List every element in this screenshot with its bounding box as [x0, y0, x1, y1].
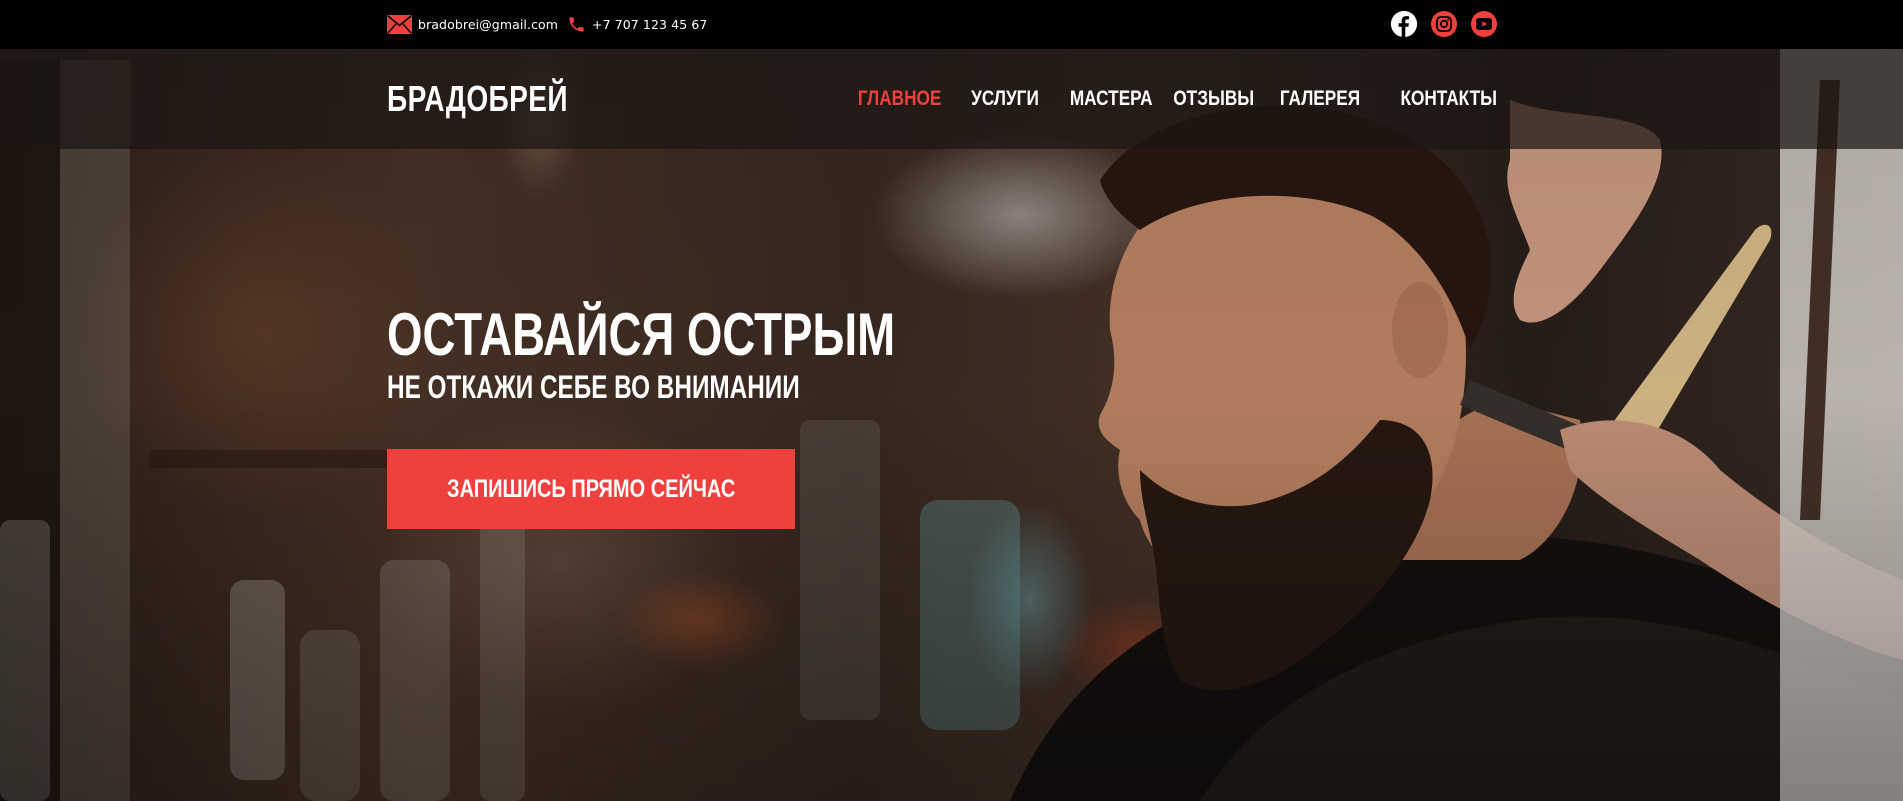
phone-text[interactable]: +7 707 123 45 67 — [592, 17, 707, 32]
nav-item-contacts[interactable]: КОНТАКТЫ — [1379, 84, 1497, 114]
email-contact[interactable]: bradobrei@gmail.com — [387, 0, 558, 49]
main-nav: ГЛАВНОЕ УСЛУГИ МАСТЕРА ОТЗЫВЫ ГАЛЕРЕЯ КО… — [849, 84, 1497, 114]
phone-contact[interactable]: +7 707 123 45 67 — [567, 0, 707, 49]
social-links — [1391, 11, 1497, 37]
nav-item-label[interactable]: ГЛАВНОЕ — [858, 84, 942, 114]
nav-item-masters[interactable]: МАСТЕРА — [1061, 84, 1159, 114]
nav-item-reviews[interactable]: ОТЗЫВЫ — [1165, 84, 1257, 114]
nav-item-services[interactable]: УСЛУГИ — [959, 84, 1051, 114]
contact-bar-inner: bradobrei@gmail.com +7 707 123 45 67 — [387, 0, 1497, 49]
nav-item-label[interactable]: ОТЗЫВЫ — [1173, 84, 1254, 114]
book-now-button-label: ЗАПИШИСЬ ПРЯМО СЕЙЧАС — [446, 474, 736, 503]
site-logo[interactable]: БРАДОБРЕЙ — [387, 77, 568, 121]
youtube-icon[interactable] — [1471, 11, 1497, 37]
envelope-icon — [387, 15, 412, 34]
phone-icon — [569, 17, 584, 32]
nav-item-label[interactable]: МАСТЕРА — [1070, 84, 1153, 114]
nav-item-label[interactable]: УСЛУГИ — [967, 84, 1042, 114]
nav-item-label[interactable]: КОНТАКТЫ — [1400, 84, 1497, 114]
main-navbar: БРАДОБРЕЙ ГЛАВНОЕ УСЛУГИ МАСТЕРА ОТЗЫВЫ … — [0, 49, 1903, 149]
navbar-inner: БРАДОБРЕЙ ГЛАВНОЕ УСЛУГИ МАСТЕРА ОТЗЫВЫ … — [387, 49, 1497, 149]
book-now-button[interactable]: ЗАПИШИСЬ ПРЯМО СЕЙЧАС — [387, 449, 795, 529]
facebook-icon[interactable] — [1391, 11, 1417, 37]
hero-subtitle: НЕ ОТКАЖИ СЕБЕ ВО ВНИМАНИИ — [387, 369, 800, 405]
nav-item-gallery[interactable]: ГАЛЕРЕЯ — [1271, 84, 1369, 114]
nav-item-home[interactable]: ГЛАВНОЕ — [849, 84, 947, 114]
hero-title: ОСТАВАЙСЯ ОСТРЫМ — [387, 301, 896, 368]
contact-bar: bradobrei@gmail.com +7 707 123 45 67 — [0, 0, 1903, 49]
email-text[interactable]: bradobrei@gmail.com — [418, 17, 558, 32]
nav-item-label[interactable]: ГАЛЕРЕЯ — [1280, 84, 1360, 114]
instagram-icon[interactable] — [1431, 11, 1457, 37]
